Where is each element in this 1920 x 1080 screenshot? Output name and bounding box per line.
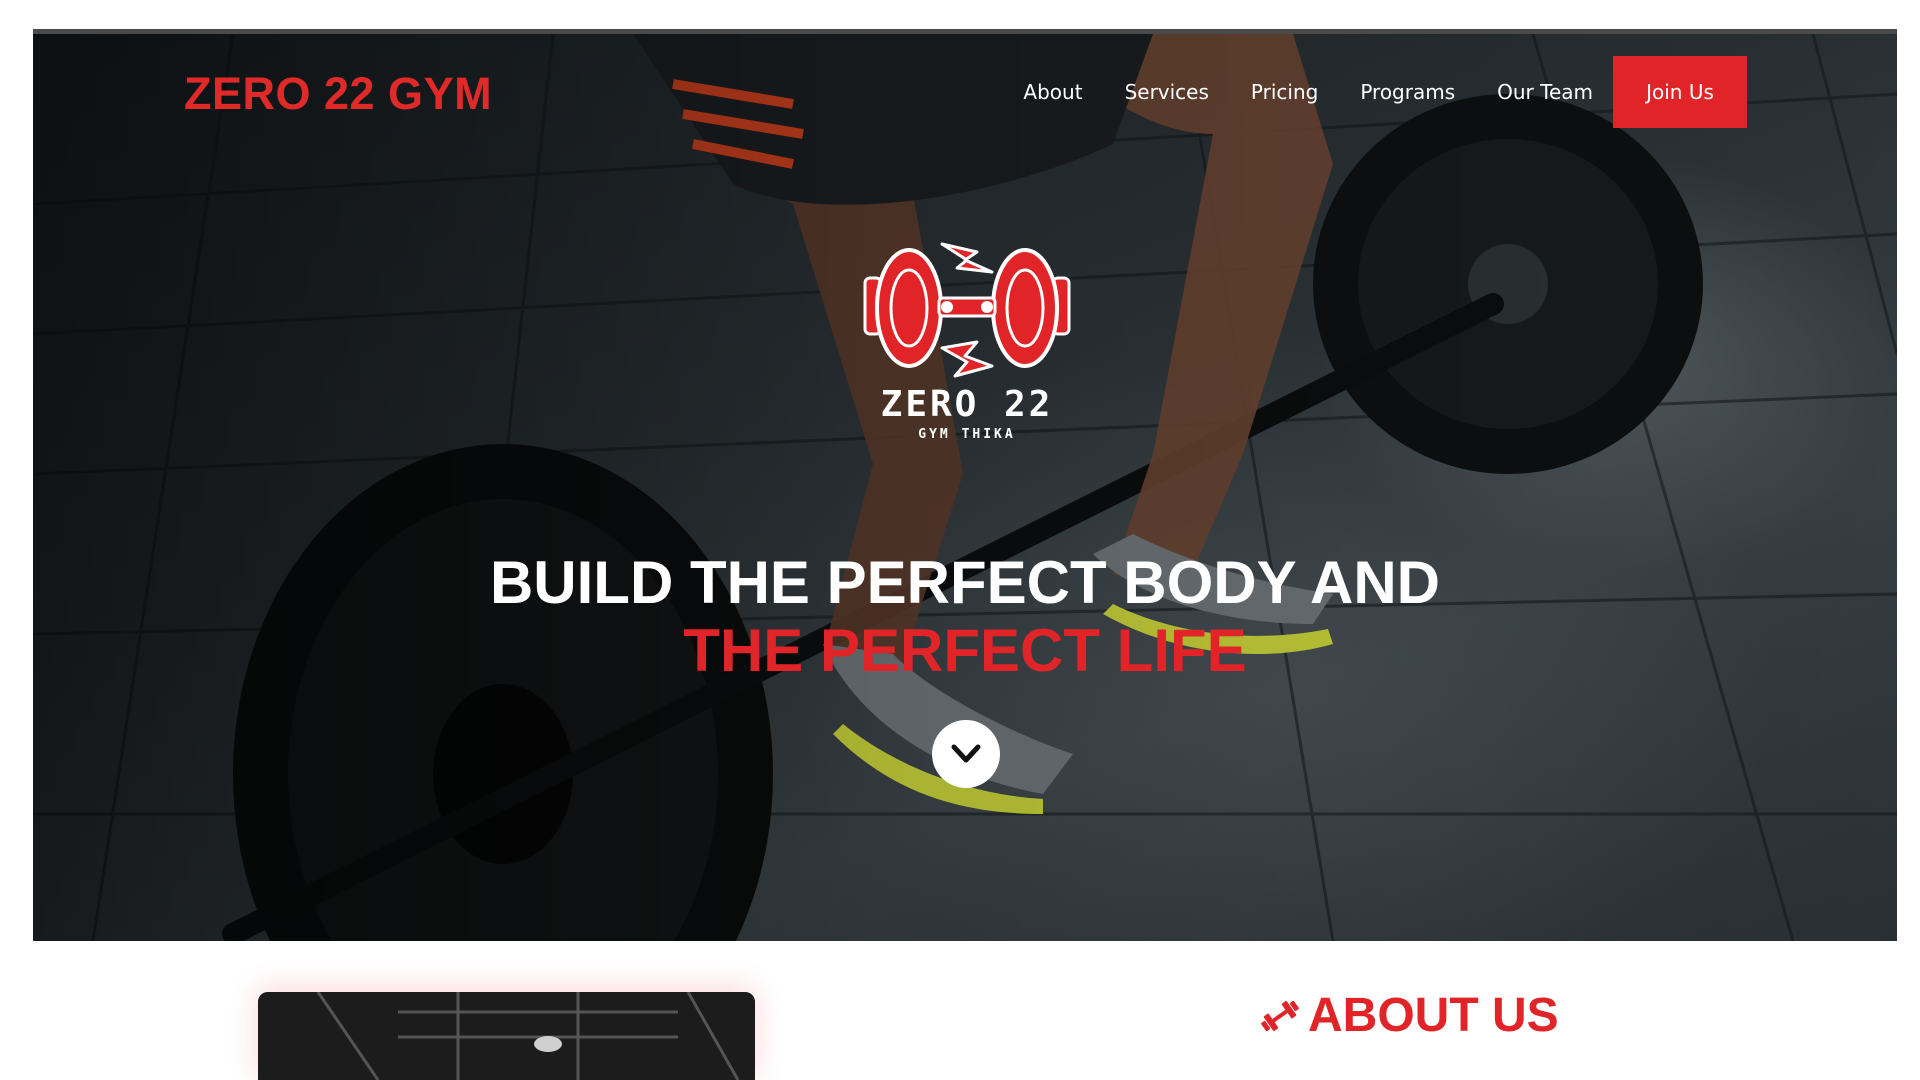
nav-link-about[interactable]: About xyxy=(1023,80,1082,104)
headline-line-2: THE PERFECT LIFE xyxy=(683,617,1247,684)
nav-link-services[interactable]: Services xyxy=(1125,80,1209,104)
gym-interior-photo xyxy=(258,992,755,1080)
dumbbell-lightning-icon xyxy=(863,242,1071,378)
about-heading-text: ABOUT US xyxy=(1308,989,1559,1042)
gym-emblem: ZERO 22 GYM THIKA xyxy=(847,238,1087,478)
join-us-button[interactable]: Join Us xyxy=(1613,56,1747,128)
emblem-subtitle: GYM THIKA xyxy=(918,427,1016,442)
emblem-title: ZERO 22 xyxy=(880,384,1054,425)
hero-section: ZERO 22 GYM About Services Pricing Progr… xyxy=(33,34,1897,941)
dumbbell-icon xyxy=(1261,1000,1299,1031)
hero-headline: BUILD THE PERFECT BODY AND THE PERFECT L… xyxy=(33,549,1897,685)
chevron-down-icon xyxy=(951,744,981,763)
about-image xyxy=(258,992,755,1080)
brand-logo-text[interactable]: ZERO 22 GYM xyxy=(184,68,492,120)
nav-link-our-team[interactable]: Our Team xyxy=(1497,80,1593,104)
scroll-down-button[interactable] xyxy=(932,720,1000,788)
main-nav: About Services Pricing Programs Our Team… xyxy=(1023,56,1897,128)
hero-overlay xyxy=(33,34,1897,941)
nav-link-programs[interactable]: Programs xyxy=(1360,80,1455,104)
about-heading: ABOUT US xyxy=(1258,988,1559,1043)
headline-line-1: BUILD THE PERFECT BODY AND xyxy=(489,549,1441,616)
page: ZERO 22 GYM About Services Pricing Progr… xyxy=(0,0,1920,1080)
nav-link-pricing[interactable]: Pricing xyxy=(1251,80,1318,104)
